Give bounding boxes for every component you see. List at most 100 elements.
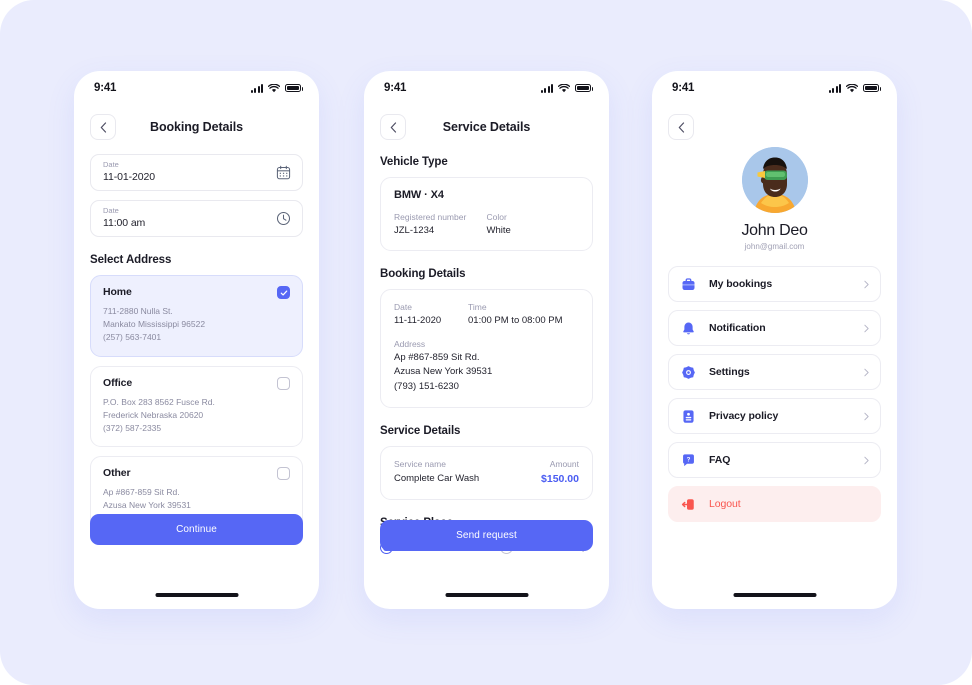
address-card-header: Other bbox=[103, 467, 290, 481]
address-line: Mankato Mississippi 96522 bbox=[103, 319, 206, 330]
check-icon bbox=[280, 289, 287, 296]
phone-screen-booking-details: 9:41 Booking Details Date 11-01-2020 Dat… bbox=[74, 71, 319, 609]
back-button[interactable] bbox=[90, 114, 116, 140]
status-bar-icons bbox=[540, 83, 593, 93]
registered-number-value: JZL-1234 bbox=[394, 224, 435, 236]
address-lines: 711-2880 Nulla St. Mankato Mississippi 9… bbox=[103, 305, 290, 345]
address-line: Azusa New York 39531 bbox=[103, 500, 191, 511]
time-field-value: 11:00 am bbox=[103, 217, 146, 230]
user-avatar-vr-goggles bbox=[741, 147, 808, 213]
continue-button[interactable]: Continue bbox=[90, 514, 303, 545]
briefcase-icon bbox=[680, 276, 697, 293]
menu-item-settings[interactable]: Settings bbox=[668, 354, 881, 390]
chevron-left-icon bbox=[390, 121, 396, 133]
menu-item-my-bookings[interactable]: My bookings bbox=[668, 266, 881, 302]
date-field-texts: Date 11-01-2020 bbox=[103, 160, 276, 185]
service-details-title: Service Details bbox=[380, 424, 461, 437]
profile-menu: My bookings Notification Settings Privac… bbox=[668, 266, 881, 522]
avatar bbox=[741, 147, 808, 213]
registered-number-field: Registered number JZL-1234 bbox=[394, 211, 487, 238]
vehicle-name: BMW · X4 bbox=[394, 189, 444, 201]
booking-details-card: Date 11-11-2020 Time 01:00 PM to 08:00 P… bbox=[380, 289, 593, 408]
address-card-home[interactable]: Home 711-2880 Nulla St. Mankato Mississi… bbox=[90, 275, 303, 357]
date-field-value: 11-01-2020 bbox=[103, 171, 155, 184]
color-label: Color bbox=[486, 212, 507, 222]
menu-item-label: Notification bbox=[709, 322, 766, 334]
address-checkbox[interactable] bbox=[277, 467, 290, 481]
address-name: Home bbox=[103, 286, 132, 298]
booking-datetime: Date 11-11-2020 Time 01:00 PM to 08:00 P… bbox=[394, 301, 579, 328]
menu-item-privacy-policy[interactable]: Privacy policy bbox=[668, 398, 881, 434]
date-field-label: Date bbox=[103, 160, 119, 170]
address-line: (372) 587-2335 bbox=[103, 422, 162, 433]
logout-icon bbox=[680, 496, 697, 513]
address-checkbox[interactable] bbox=[277, 376, 290, 390]
signal-bars-icon bbox=[828, 83, 841, 93]
gear-icon bbox=[680, 364, 697, 381]
signal-bars-icon bbox=[250, 83, 263, 93]
menu-item-label: Logout bbox=[709, 498, 741, 510]
menu-item-label: My bookings bbox=[709, 278, 773, 290]
time-field[interactable]: Date 11:00 am bbox=[90, 200, 303, 237]
address-line: (257) 563-7401 bbox=[103, 332, 162, 343]
address-name: Other bbox=[103, 467, 131, 480]
calendar-icon[interactable] bbox=[276, 165, 291, 180]
booking-time-label: Time bbox=[468, 302, 487, 313]
service-name-value: Complete Car Wash bbox=[394, 472, 480, 484]
status-bar-time: 9:41 bbox=[384, 82, 407, 94]
amount-label: Amount bbox=[549, 458, 579, 469]
booking-address-field: Address Ap #867-859 Sit Rd. Azusa New Yo… bbox=[394, 338, 579, 395]
address-line: 711-2880 Nulla St. bbox=[103, 306, 173, 316]
wifi-icon bbox=[846, 83, 858, 92]
time-field-label: Date bbox=[103, 206, 119, 216]
chevron-right-icon bbox=[864, 412, 869, 420]
question-chat-icon: ? bbox=[680, 452, 697, 469]
home-indicator bbox=[445, 593, 528, 597]
address-checkbox[interactable] bbox=[277, 286, 290, 299]
send-request-button[interactable]: Send request bbox=[380, 520, 593, 551]
booking-date-value: 11-11-2020 bbox=[394, 315, 442, 327]
status-bar: 9:41 bbox=[74, 71, 319, 105]
wifi-icon bbox=[268, 83, 280, 92]
chevron-left-icon bbox=[678, 121, 684, 133]
color-field: Color White bbox=[487, 211, 580, 238]
profile-email: john@gmail.com bbox=[744, 242, 805, 251]
status-bar-time: 9:41 bbox=[672, 82, 695, 94]
address-card-office[interactable]: Office P.O. Box 283 8562 Fusce Rd. Frede… bbox=[90, 365, 303, 448]
menu-item-notification[interactable]: Notification bbox=[668, 310, 881, 346]
address-line: Frederick Nebraska 20620 bbox=[103, 409, 204, 420]
amount-value: $150.00 bbox=[541, 472, 579, 485]
vehicle-type-card: BMW · X4 Registered number JZL-1234 Colo… bbox=[380, 177, 593, 252]
clock-icon[interactable] bbox=[276, 211, 291, 226]
color-value: White bbox=[486, 224, 511, 236]
status-bar-icons bbox=[250, 83, 303, 93]
date-field[interactable]: Date 11-01-2020 bbox=[90, 154, 303, 191]
booking-address-line: Ap #867-859 Sit Rd. bbox=[394, 351, 480, 363]
service-name-label: Service name bbox=[394, 458, 446, 469]
registered-number-label: Registered number bbox=[394, 212, 467, 222]
phone-screen-service-details: 9:41 Service Details Vehicle Type BMW · … bbox=[364, 71, 609, 609]
service-details-card: Service name Complete Car Wash Amount $1… bbox=[380, 445, 593, 501]
chevron-right-icon bbox=[864, 324, 869, 332]
chevron-left-icon bbox=[100, 121, 106, 133]
menu-item-faq[interactable]: ? FAQ bbox=[668, 442, 881, 478]
back-button[interactable] bbox=[380, 114, 406, 140]
address-name: Office bbox=[103, 376, 133, 389]
address-line: Ap #867-859 Sit Rd. bbox=[103, 487, 180, 498]
svg-text:?: ? bbox=[687, 456, 691, 463]
screen2-body: Vehicle Type BMW · X4 Registered number … bbox=[364, 156, 609, 555]
phone-screen-profile: 9:41 John Deo john@gmail.com My bookings… bbox=[652, 71, 897, 609]
home-indicator bbox=[733, 593, 816, 597]
menu-item-label: Settings bbox=[709, 366, 750, 378]
status-bar-time: 9:41 bbox=[94, 82, 117, 94]
screen3-body: John Deo john@gmail.com My bookings Noti… bbox=[652, 147, 897, 522]
battery-icon bbox=[863, 83, 881, 93]
select-address-title: Select Address bbox=[90, 254, 172, 266]
back-button[interactable] bbox=[668, 114, 694, 140]
time-field-texts: Date 11:00 am bbox=[103, 206, 276, 231]
menu-item-logout[interactable]: Logout bbox=[668, 486, 881, 522]
booking-address-line: (793) 151-6230 bbox=[394, 381, 459, 393]
address-lines: P.O. Box 283 8562 Fusce Rd. Frederick Ne… bbox=[103, 396, 290, 436]
status-bar-icons bbox=[828, 83, 881, 93]
screen1-body: Date 11-01-2020 Date 11:00 am Select Add… bbox=[74, 154, 319, 538]
